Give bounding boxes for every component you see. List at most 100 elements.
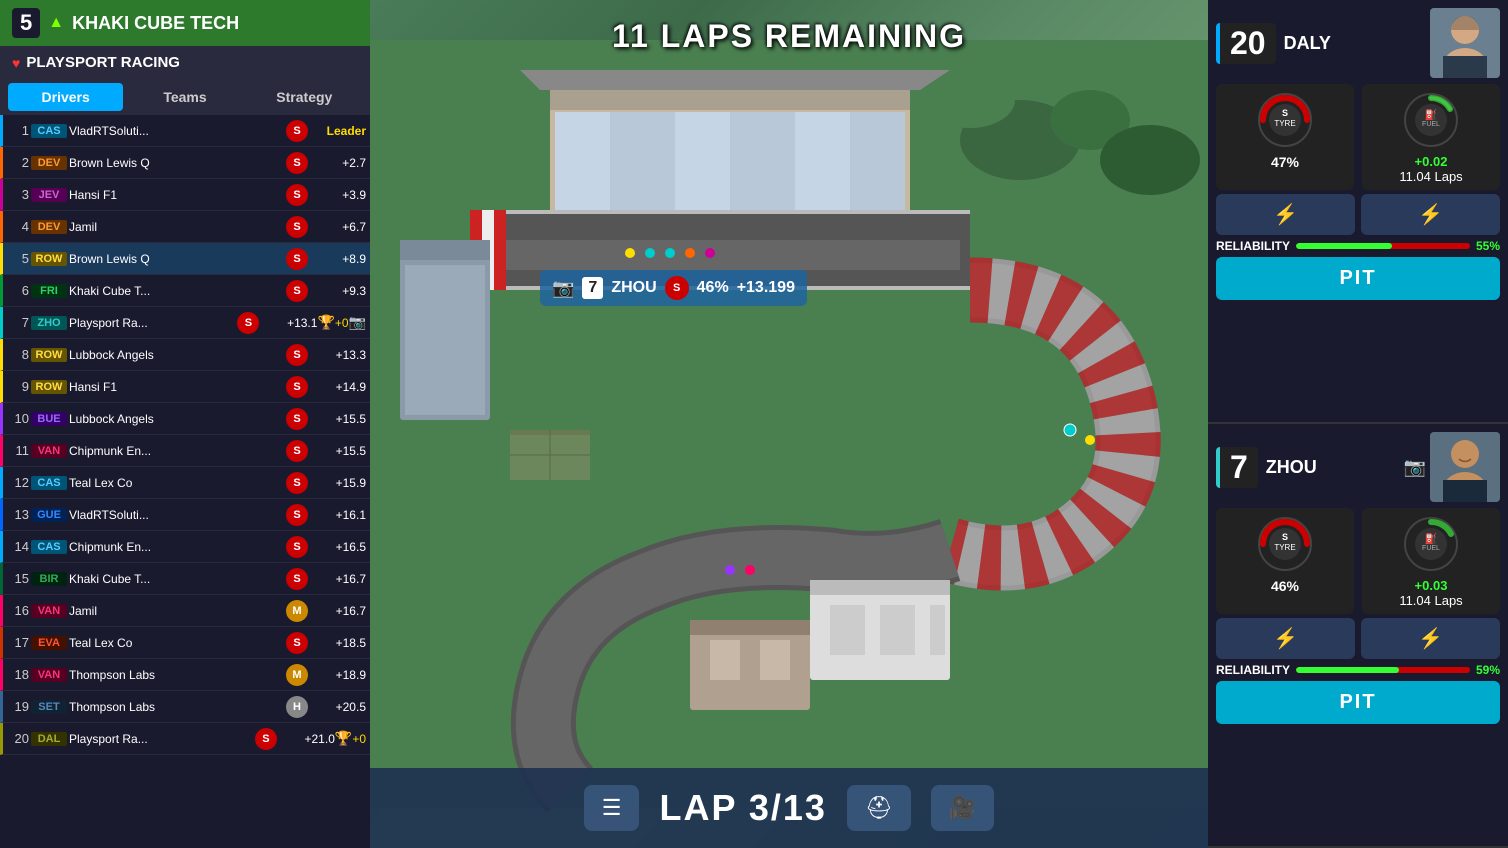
- boost-button-zhou[interactable]: ⚡: [1361, 618, 1500, 659]
- table-row[interactable]: 3 JEV Hansi F1 S +3.9: [0, 179, 370, 211]
- table-row[interactable]: 16 VAN Jamil M +16.7: [0, 595, 370, 627]
- reliability-label-zhou: RELIABILITY: [1216, 663, 1290, 677]
- camera-icon: 📷: [552, 278, 574, 299]
- player-position: 5: [12, 8, 40, 38]
- fuel-laps-zhou: 11.04 Laps: [1368, 593, 1494, 608]
- driver-name-daly: DALY: [1284, 33, 1430, 54]
- camera-overlay: 📷 7 ZHOU S 46% +13.199: [540, 270, 807, 306]
- reliability-bar-zhou: [1296, 667, 1470, 673]
- left-panel: 5 ▲ KHAKI CUBE TECH ♥ PLAYSPORT RACING D…: [0, 0, 370, 848]
- sponsor-name: PLAYSPORT RACING: [26, 54, 180, 71]
- trophy-icon-2: 🏆: [335, 730, 352, 747]
- table-row[interactable]: 19 SET Thompson Labs H +20.5: [0, 691, 370, 723]
- trophy-icon: 🏆: [317, 314, 334, 331]
- fuel-delta-daly: +0.02: [1368, 154, 1494, 169]
- driver-header-daly: 20 DALY: [1216, 8, 1500, 78]
- heart-icon: ♥: [12, 55, 20, 71]
- svg-text:TYRE: TYRE: [1274, 119, 1295, 128]
- driver-card-daly: 20 DALY: [1208, 0, 1508, 424]
- menu-button[interactable]: ☰: [584, 785, 640, 831]
- action-buttons-zhou: ⚡ ⚡: [1216, 618, 1500, 659]
- boost-button-daly[interactable]: ⚡: [1361, 194, 1500, 235]
- lap-counter: LAP 3/13: [659, 787, 826, 829]
- track-area: [370, 0, 1208, 848]
- table-row[interactable]: 17 EVA Teal Lex Co S +18.5: [0, 627, 370, 659]
- tab-strategy[interactable]: Strategy: [247, 83, 362, 111]
- table-row[interactable]: 8 ROW Lubbock Angels S +13.3: [0, 339, 370, 371]
- sponsor-bar: ♥ PLAYSPORT RACING: [0, 46, 370, 79]
- camera-gap: +13.199: [737, 279, 795, 297]
- avatar-daly: [1430, 8, 1500, 78]
- table-row[interactable]: 6 FRI Khaki Cube T... S +9.3: [0, 275, 370, 307]
- speed-button-daly[interactable]: ⚡: [1216, 194, 1355, 235]
- bonus-text-2: +0: [352, 732, 366, 746]
- tyre-pct-daly: 47%: [1222, 154, 1348, 170]
- camera-button[interactable]: 🎥: [931, 785, 994, 831]
- camera-icon-zhou[interactable]: 📷: [1404, 457, 1426, 478]
- svg-text:S: S: [1282, 108, 1288, 118]
- driver-num-daly: 20: [1216, 23, 1276, 64]
- team-name: KHAKI CUBE TECH: [72, 13, 239, 34]
- svg-text:⛽: ⛽: [1425, 532, 1437, 545]
- tyre-gauge-daly: S TYRE: [1255, 90, 1315, 150]
- fuel-gauge-daly: ⛽ FUEL: [1401, 90, 1461, 150]
- position-up-icon: ▲: [48, 14, 64, 32]
- table-row[interactable]: 10 BUE Lubbock Angels S +15.5: [0, 403, 370, 435]
- driver-stats-zhou: S TYRE 46% ⛽ FUEL +0.03: [1216, 508, 1500, 614]
- table-row[interactable]: 11 VAN Chipmunk En... S +15.5: [0, 435, 370, 467]
- fuel-stat-zhou: ⛽ FUEL +0.03 11.04 Laps: [1362, 508, 1500, 614]
- table-row[interactable]: 13 GUE VladRTSoluti... S +16.1: [0, 499, 370, 531]
- right-panel: 20 DALY: [1208, 0, 1508, 848]
- avatar-zhou: [1430, 432, 1500, 502]
- driver-stats-daly: S TYRE 47% ⛽ FUEL: [1216, 84, 1500, 190]
- table-row[interactable]: 7 ZHO Playsport Ra... S +13.1 🏆 +0 📷: [0, 307, 370, 339]
- tyre-stat-zhou: S TYRE 46%: [1216, 508, 1354, 614]
- laps-remaining-text: 11 LAPS REMAINING: [612, 18, 966, 54]
- pit-button-daly[interactable]: PIT: [1216, 257, 1500, 300]
- camera-icon: 📷: [349, 314, 366, 331]
- race-list: 1 CAS VladRTSoluti... S Leader 2 DEV Bro…: [0, 115, 370, 848]
- pit-button-zhou[interactable]: PIT: [1216, 681, 1500, 724]
- table-row[interactable]: 15 BIR Khaki Cube T... S +16.7: [0, 563, 370, 595]
- tyre-pct-zhou: 46%: [1222, 578, 1348, 594]
- svg-text:S: S: [1282, 532, 1288, 542]
- svg-text:⛽: ⛽: [1425, 108, 1437, 121]
- table-row[interactable]: 9 ROW Hansi F1 S +14.9: [0, 371, 370, 403]
- table-row[interactable]: 1 CAS VladRTSoluti... S Leader: [0, 115, 370, 147]
- table-row[interactable]: 20 DAL Playsport Ra... S +21.0 🏆 +0: [0, 723, 370, 755]
- fuel-gauge-zhou: ⛽ FUEL: [1401, 514, 1461, 574]
- fuel-delta-zhou: +0.03: [1368, 578, 1494, 593]
- tyre-stat-daly: S TYRE 47%: [1216, 84, 1354, 190]
- svg-text:TYRE: TYRE: [1274, 543, 1295, 552]
- reliability-row-daly: RELIABILITY 55%: [1216, 239, 1500, 253]
- driver-header-zhou: 7 ZHOU 📷: [1216, 432, 1500, 502]
- reliability-label-daly: RELIABILITY: [1216, 239, 1290, 253]
- reliability-fill-daly: [1296, 243, 1392, 249]
- fuel-stat-daly: ⛽ FUEL +0.02 11.04 Laps: [1362, 84, 1500, 190]
- driver-card-zhou: 7 ZHOU 📷: [1208, 424, 1508, 848]
- table-row[interactable]: 2 DEV Brown Lewis Q S +2.7: [0, 147, 370, 179]
- bottom-bar: ☰ LAP 3/13 ⛑ 🎥: [370, 768, 1208, 848]
- helmet-button[interactable]: ⛑: [847, 785, 911, 831]
- driver-num-zhou: 7: [1216, 447, 1258, 488]
- speed-button-zhou[interactable]: ⚡: [1216, 618, 1355, 659]
- camera-tyre-badge: S: [665, 276, 689, 300]
- tab-teams[interactable]: Teams: [127, 83, 242, 111]
- reliability-row-zhou: RELIABILITY 59%: [1216, 663, 1500, 677]
- tab-drivers[interactable]: Drivers: [8, 83, 123, 111]
- table-row[interactable]: 4 DEV Jamil S +6.7: [0, 211, 370, 243]
- table-row[interactable]: 5 ROW Brown Lewis Q S +8.9: [0, 243, 370, 275]
- camera-driver-name: ZHOU: [611, 279, 656, 297]
- reliability-pct-daly: 55%: [1476, 239, 1500, 253]
- bonus-text: +0: [335, 316, 349, 330]
- table-row[interactable]: 12 CAS Teal Lex Co S +15.9: [0, 467, 370, 499]
- table-row[interactable]: 18 VAN Thompson Labs M +18.9: [0, 659, 370, 691]
- svg-text:FUEL: FUEL: [1422, 121, 1440, 128]
- top-bar: 5 ▲ KHAKI CUBE TECH: [0, 0, 370, 46]
- table-row[interactable]: 14 CAS Chipmunk En... S +16.5: [0, 531, 370, 563]
- tabs-container: Drivers Teams Strategy: [0, 79, 370, 115]
- fuel-laps-daly: 11.04 Laps: [1368, 169, 1494, 184]
- laps-remaining: 11 LAPS REMAINING: [370, 10, 1208, 63]
- reliability-fill-zhou: [1296, 667, 1399, 673]
- reliability-pct-zhou: 59%: [1476, 663, 1500, 677]
